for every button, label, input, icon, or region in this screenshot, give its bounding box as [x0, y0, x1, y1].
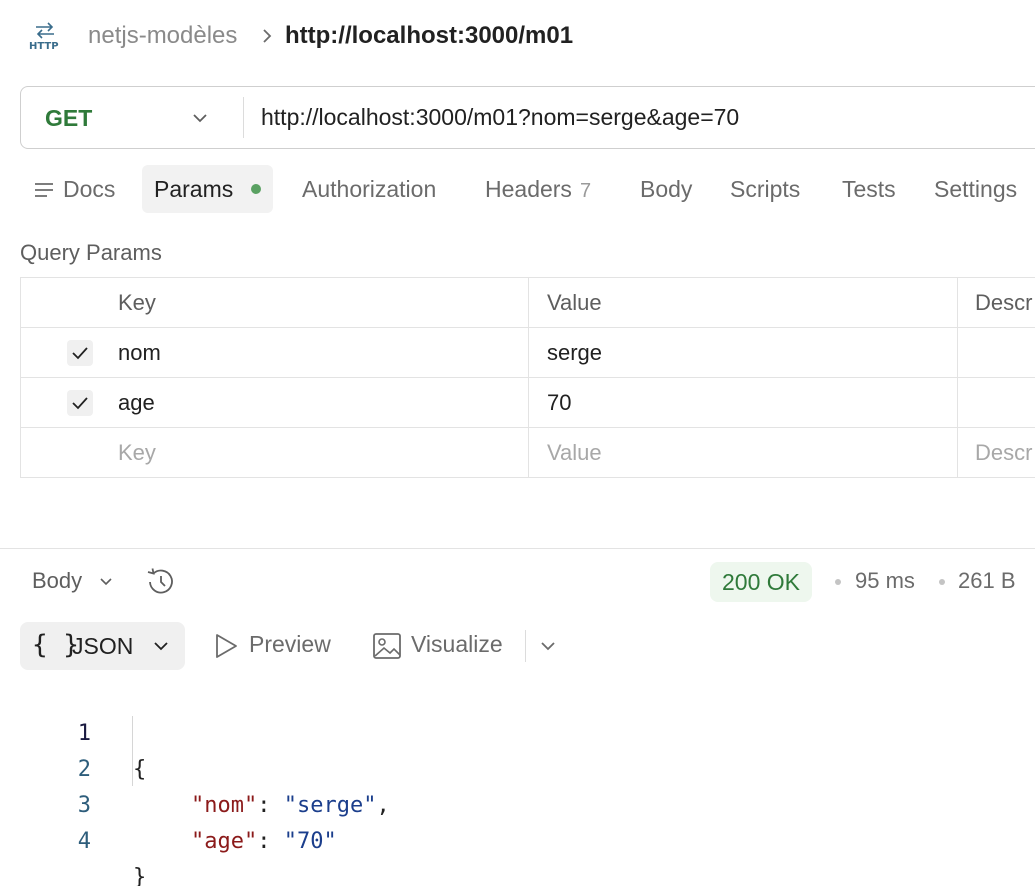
- query-params-title: Query Params: [20, 240, 162, 265]
- json-value: "70": [283, 829, 337, 854]
- tab-body[interactable]: Body: [640, 165, 692, 213]
- tab-params-label: Params: [154, 176, 234, 202]
- param-value-cell[interactable]: 70: [547, 378, 947, 428]
- column-header-key: Key: [118, 290, 156, 315]
- table-row: age 70: [21, 378, 1035, 428]
- separator-dot: [939, 579, 945, 585]
- json-key: "age": [191, 829, 258, 854]
- column-divider: [957, 378, 958, 428]
- response-time[interactable]: 95 ms: [855, 568, 915, 594]
- tab-authorization-label: Authorization: [302, 176, 437, 202]
- column-divider: [957, 328, 958, 378]
- tab-params[interactable]: Params: [142, 165, 274, 213]
- docs-icon: [35, 183, 53, 197]
- column-divider[interactable]: [957, 278, 958, 328]
- preview-label: Preview: [249, 631, 331, 657]
- breadcrumb-collection[interactable]: netjs-modèles: [88, 22, 237, 50]
- tab-headers[interactable]: Headers 7: [485, 165, 591, 213]
- line-number: 4: [77, 829, 91, 854]
- param-key-cell[interactable]: age: [118, 378, 518, 428]
- chevron-down-icon[interactable]: [539, 638, 557, 654]
- table-header-row: Key Value Descr: [21, 278, 1035, 328]
- request-tabs: Docs Params Authorization Headers 7 Body …: [20, 165, 1035, 213]
- play-icon: [216, 634, 237, 658]
- tab-body-label: Body: [640, 176, 693, 202]
- tab-headers-label: Headers: [485, 176, 572, 202]
- response-divider[interactable]: [0, 548, 1035, 549]
- tab-docs-label: Docs: [63, 176, 116, 202]
- image-icon: [373, 633, 401, 659]
- tab-docs[interactable]: Docs: [33, 165, 115, 213]
- new-value-input[interactable]: Value: [547, 428, 947, 478]
- column-divider: [528, 428, 529, 478]
- request-header: HTTP netjs-modèles http://localhost:3000…: [0, 0, 1035, 72]
- http-icon: HTTP: [29, 22, 59, 52]
- new-key-input[interactable]: Key: [118, 428, 518, 478]
- breadcrumb-request-name[interactable]: http://localhost:3000/m01: [285, 22, 573, 50]
- code-line: 1 {: [0, 680, 1035, 782]
- url-input[interactable]: http://localhost:3000/m01?nom=serge&age=…: [261, 104, 739, 131]
- method-select[interactable]: GET: [45, 105, 92, 132]
- code-text: "age": "70": [191, 824, 337, 860]
- param-enabled-checkbox[interactable]: [67, 340, 93, 366]
- format-json-select[interactable]: { } JSON: [20, 622, 185, 670]
- param-value-cell[interactable]: serge: [547, 328, 947, 378]
- table-row-new: Key Value Descr: [21, 428, 1035, 478]
- code-line: 2 "nom": "serge",: [0, 716, 1035, 818]
- tab-settings-label: Settings: [934, 176, 1018, 202]
- code-text: }: [133, 865, 147, 886]
- response-size[interactable]: 261 B: [958, 568, 1016, 594]
- checkmark-icon: [72, 347, 88, 360]
- url-divider: [243, 97, 244, 138]
- code-line: 3 "age": "70": [0, 752, 1035, 854]
- column-divider: [528, 378, 529, 428]
- query-params-table: Key Value Descr nom serge age 70 Key Val…: [20, 277, 1035, 478]
- chevron-down-icon[interactable]: [98, 575, 114, 589]
- column-divider: [957, 428, 958, 478]
- svg-text:HTTP: HTTP: [29, 41, 59, 52]
- chevron-right-icon: [263, 29, 272, 43]
- separator-dot: [835, 579, 841, 585]
- column-header-description: Descr: [975, 290, 1033, 315]
- column-divider: [528, 328, 529, 378]
- toolbar-divider: [525, 630, 526, 662]
- format-json-label: JSON: [72, 633, 134, 659]
- code-line: 4 }: [0, 788, 1035, 886]
- column-divider[interactable]: [528, 278, 529, 328]
- tab-scripts-label: Scripts: [730, 176, 801, 202]
- headers-count-badge: 7: [579, 180, 592, 202]
- params-active-dot: [251, 184, 262, 194]
- tab-scripts[interactable]: Scripts: [730, 165, 800, 213]
- history-icon[interactable]: [145, 566, 177, 598]
- param-enabled-checkbox[interactable]: [67, 390, 93, 416]
- param-description-cell[interactable]: [975, 378, 1035, 428]
- tab-tests-label: Tests: [842, 176, 896, 202]
- status-badge[interactable]: 200 OK: [710, 562, 812, 602]
- tab-settings[interactable]: Settings: [934, 165, 1017, 213]
- chevron-down-icon[interactable]: [191, 109, 209, 127]
- chevron-down-icon: [154, 642, 168, 651]
- response-view-select[interactable]: Body: [32, 568, 82, 594]
- new-description-input[interactable]: Descr: [975, 428, 1035, 478]
- visualize-label: Visualize: [411, 631, 503, 657]
- table-row: nom serge: [21, 328, 1035, 378]
- tab-authorization[interactable]: Authorization: [302, 165, 436, 213]
- json-separator: :: [257, 829, 284, 854]
- param-description-cell[interactable]: [975, 328, 1035, 378]
- url-bar: GET http://localhost:3000/m01?nom=serge&…: [20, 86, 1035, 149]
- tab-tests[interactable]: Tests: [842, 165, 896, 213]
- checkmark-icon: [72, 397, 88, 410]
- column-header-value: Value: [547, 290, 602, 315]
- param-key-cell[interactable]: nom: [118, 328, 518, 378]
